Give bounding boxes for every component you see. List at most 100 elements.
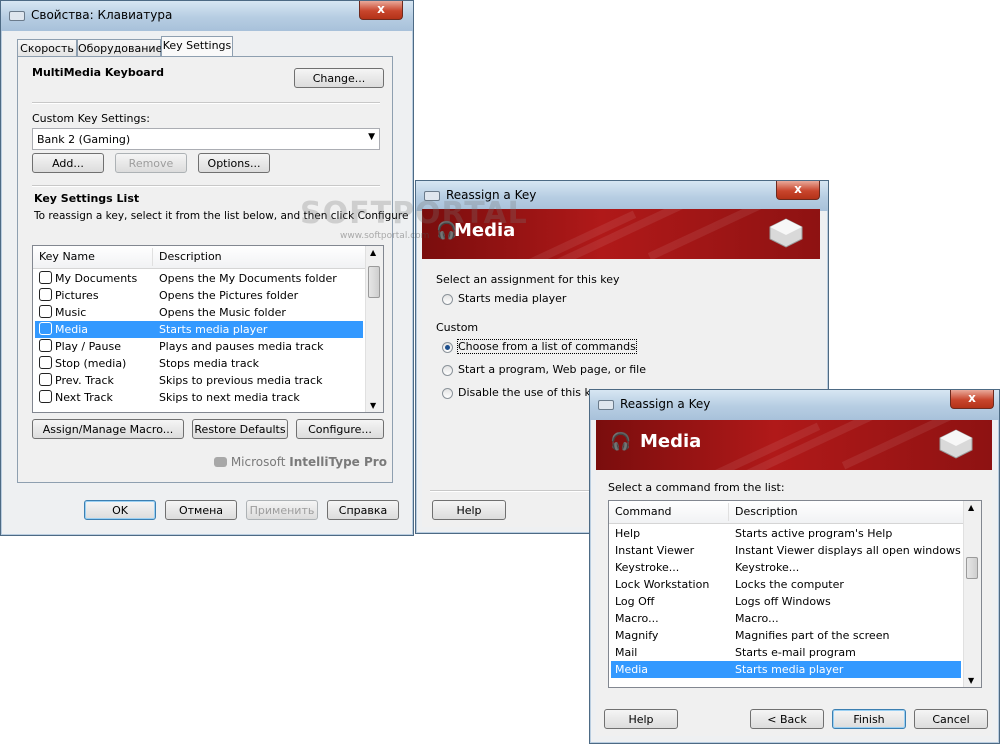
item-description: Locks the computer xyxy=(735,578,844,591)
option-choose-list-label[interactable]: Choose from a list of commands xyxy=(457,339,637,354)
key-banner: 🎧 Media xyxy=(422,209,820,259)
configure-button[interactable]: Configure... xyxy=(296,419,384,439)
chevron-down-icon: ▼ xyxy=(368,132,375,142)
close-button[interactable]: x xyxy=(359,1,403,20)
list-item[interactable]: Stop (media) Stops media track xyxy=(35,355,363,372)
list-item[interactable]: Pictures Opens the Pictures folder xyxy=(35,287,363,304)
finish-button[interactable]: Finish xyxy=(832,709,906,729)
help-button[interactable]: Help xyxy=(432,500,506,520)
scroll-up-icon[interactable]: ▲ xyxy=(370,248,376,257)
item-description: Skips to next media track xyxy=(159,391,300,404)
add-button[interactable]: Add... xyxy=(32,153,104,173)
column-description[interactable]: Description xyxy=(735,505,798,518)
close-button[interactable]: x xyxy=(776,181,820,200)
column-command[interactable]: Command xyxy=(615,505,672,518)
keycap-icon xyxy=(769,218,803,248)
help-button[interactable]: Справка xyxy=(327,500,399,520)
list-title: Key Settings List xyxy=(34,192,140,205)
cancel-button[interactable]: Cancel xyxy=(914,709,988,729)
scroll-down-icon[interactable]: ▼ xyxy=(968,676,974,685)
cancel-button[interactable]: Отмена xyxy=(165,500,237,520)
tab-key-settings[interactable]: Key Settings xyxy=(161,36,233,57)
scroll-down-icon[interactable]: ▼ xyxy=(370,401,376,410)
scroll-thumb[interactable] xyxy=(368,266,380,298)
title-bar[interactable]: Свойства: Клавиатура x xyxy=(1,1,413,31)
tab-label: Скорость xyxy=(20,42,74,55)
scroll-thumb[interactable] xyxy=(966,557,978,579)
item-description: Plays and pauses media track xyxy=(159,340,324,353)
list-header: Key Name Description xyxy=(33,246,365,269)
change-button[interactable]: Change... xyxy=(294,68,384,88)
title-bar[interactable]: Reassign a Key x xyxy=(416,181,828,211)
item-description: Macro... xyxy=(735,612,779,625)
command-list[interactable]: Command Description Help Starts active pr… xyxy=(608,500,982,688)
radio-default[interactable] xyxy=(442,294,453,305)
item-name: Keystroke... xyxy=(615,561,680,574)
option-program-label[interactable]: Start a program, Web page, or file xyxy=(458,363,646,376)
list-item[interactable]: Media Starts media player xyxy=(35,321,363,338)
item-name: My Documents xyxy=(55,272,138,285)
list-item[interactable]: Magnify Magnifies part of the screen xyxy=(611,627,961,644)
radio-disable[interactable] xyxy=(442,388,453,399)
divider xyxy=(32,185,380,187)
list-item[interactable]: Help Starts active program's Help xyxy=(611,525,961,542)
list-item[interactable]: Macro... Macro... xyxy=(611,610,961,627)
tab-speed[interactable]: Скорость xyxy=(17,39,77,57)
close-button[interactable]: x xyxy=(950,390,994,409)
item-name: Log Off xyxy=(615,595,655,608)
list-item[interactable]: Keystroke... Keystroke... xyxy=(611,559,961,576)
option-default-label[interactable]: Starts media player xyxy=(458,292,566,305)
options-button[interactable]: Options... xyxy=(198,153,270,173)
scroll-up-icon[interactable]: ▲ xyxy=(968,503,974,512)
list-item[interactable]: Media Starts media player xyxy=(611,661,961,678)
apply-button: Применить xyxy=(246,500,318,520)
radio-program[interactable] xyxy=(442,365,453,376)
keyboard-properties-window: Свойства: Клавиатура x Скорость Оборудов… xyxy=(0,0,414,536)
column-description[interactable]: Description xyxy=(159,250,222,263)
banner-title: Media xyxy=(640,431,702,452)
bank-select[interactable]: Bank 2 (Gaming) ▼ xyxy=(32,128,380,150)
divider xyxy=(32,102,380,104)
window-title: Свойства: Клавиатура xyxy=(31,8,173,22)
item-name: Magnify xyxy=(615,629,659,642)
list-item[interactable]: Prev. Track Skips to previous media track xyxy=(35,372,363,389)
item-name: Lock Workstation xyxy=(615,578,710,591)
list-item[interactable]: Log Off Logs off Windows xyxy=(611,593,961,610)
item-name: Play / Pause xyxy=(55,340,121,353)
item-name: Next Track xyxy=(55,391,113,404)
intellitype-brand: Microsoft IntelliType Pro xyxy=(214,455,387,469)
restore-defaults-button[interactable]: Restore Defaults xyxy=(192,419,288,439)
close-icon: x xyxy=(794,182,802,196)
assign-macro-button[interactable]: Assign/Manage Macro... xyxy=(32,419,184,439)
option-disable-label[interactable]: Disable the use of this key xyxy=(458,386,604,399)
list-item[interactable]: Next Track Skips to next media track xyxy=(35,389,363,406)
column-key-name[interactable]: Key Name xyxy=(39,250,95,263)
key-settings-list[interactable]: Key Name Description My Documents Opens t… xyxy=(32,245,384,413)
radio-choose-list[interactable] xyxy=(442,342,453,353)
command-panel: Select a command from the list: Command … xyxy=(596,470,992,736)
list-item[interactable]: Instant Viewer Instant Viewer displays al… xyxy=(611,542,961,559)
prev-track-icon xyxy=(39,373,52,386)
tab-label: Оборудование xyxy=(78,42,163,55)
tab-hardware[interactable]: Оборудование xyxy=(77,39,163,57)
remove-button: Remove xyxy=(115,153,187,173)
keyboard-icon xyxy=(598,400,614,410)
item-description: Starts media player xyxy=(159,323,268,336)
bank-value: Bank 2 (Gaming) xyxy=(37,133,131,146)
help-button[interactable]: Help xyxy=(604,709,678,729)
vertical-scrollbar[interactable]: ▲ ▼ xyxy=(365,246,383,412)
list-item[interactable]: My Documents Opens the My Documents folde… xyxy=(35,270,363,287)
item-name: Prev. Track xyxy=(55,374,114,387)
back-button[interactable]: < Back xyxy=(750,709,824,729)
close-icon: x xyxy=(377,2,385,16)
vertical-scrollbar[interactable]: ▲ ▼ xyxy=(963,501,981,687)
list-hint: To reassign a key, select it from the li… xyxy=(34,210,409,222)
list-item[interactable]: Play / Pause Plays and pauses media track xyxy=(35,338,363,355)
list-item[interactable]: Lock Workstation Locks the computer xyxy=(611,576,961,593)
item-description: Magnifies part of the screen xyxy=(735,629,890,642)
list-item[interactable]: Music Opens the Music folder xyxy=(35,304,363,321)
ok-button[interactable]: OK xyxy=(84,500,156,520)
title-bar[interactable]: Reassign a Key x xyxy=(590,390,999,420)
brand-name: IntelliType Pro xyxy=(289,455,387,469)
list-item[interactable]: Mail Starts e-mail program xyxy=(611,644,961,661)
